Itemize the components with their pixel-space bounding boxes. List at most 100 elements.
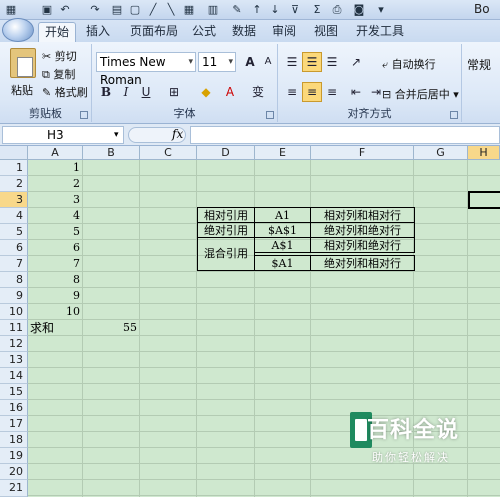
cell-a5[interactable]: 5 xyxy=(28,224,83,240)
name-box[interactable]: H3 xyxy=(2,126,124,144)
row-header-17[interactable]: 17 xyxy=(0,416,28,432)
fill-color-icon[interactable]: ◆ xyxy=(196,82,216,102)
print-icon[interactable]: ⎙ xyxy=(330,3,344,17)
align-left-icon[interactable]: ≡ xyxy=(282,82,302,102)
column-header-a[interactable]: A xyxy=(28,146,83,160)
font-launcher-icon[interactable] xyxy=(266,111,274,119)
tab-review[interactable]: 审阅 xyxy=(266,22,302,42)
backslash-line-icon[interactable]: ╲ xyxy=(164,3,178,17)
row-header-11[interactable]: 11 xyxy=(0,320,28,336)
grid-icon[interactable]: ▦ xyxy=(182,3,196,17)
cell-a8[interactable]: 8 xyxy=(28,272,83,288)
column-header-c[interactable]: C xyxy=(140,146,197,160)
sort-ascending-icon[interactable]: ↑ xyxy=(250,3,264,17)
italic-button[interactable]: I xyxy=(116,82,136,102)
row-header-8[interactable]: 8 xyxy=(0,272,28,288)
row-header-20[interactable]: 20 xyxy=(0,464,28,480)
save-icon[interactable]: ▣ xyxy=(40,3,54,17)
line-icon[interactable]: ╱ xyxy=(146,3,160,17)
row-header-13[interactable]: 13 xyxy=(0,352,28,368)
chart-icon[interactable]: ▥ xyxy=(206,3,220,17)
tab-view[interactable]: 视图 xyxy=(308,22,344,42)
brush-icon[interactable]: ✎ xyxy=(230,3,244,17)
paste-button[interactable]: 粘贴 xyxy=(11,82,33,98)
row-header-6[interactable]: 6 xyxy=(0,240,28,256)
cut-button[interactable]: ✂ 剪切 xyxy=(42,48,77,64)
cell-f4[interactable]: 相对列和相对行 xyxy=(310,207,415,223)
row-header-1[interactable]: 1 xyxy=(0,160,28,176)
row-header-7[interactable]: 7 xyxy=(0,256,28,272)
cell-a9[interactable]: 9 xyxy=(28,288,83,304)
font-size-select[interactable]: 11 ▾ xyxy=(198,52,236,72)
align-top-icon[interactable]: ☰ xyxy=(282,52,302,72)
sum-icon[interactable]: Σ xyxy=(310,3,324,17)
tab-insert[interactable]: 插入 xyxy=(80,22,116,42)
select-all-corner[interactable] xyxy=(0,146,28,160)
cell-a2[interactable]: 2 xyxy=(28,176,83,192)
paste-icon[interactable] xyxy=(10,48,36,78)
merge-center-button[interactable]: ⊟ 合并后居中 ▾ xyxy=(382,86,459,102)
phonetic-button[interactable]: 变 xyxy=(248,82,268,102)
tab-data[interactable]: 数据 xyxy=(226,22,262,42)
cell-e4[interactable]: A1 xyxy=(254,207,311,223)
tab-developer[interactable]: 开发工具 xyxy=(350,22,410,42)
table-icon[interactable]: ▤ xyxy=(110,3,124,17)
camera-icon[interactable]: ◙ xyxy=(352,3,366,17)
column-header-h[interactable]: H xyxy=(468,146,500,160)
bold-button[interactable]: B xyxy=(96,82,116,102)
cell-d6-merged[interactable]: 混合引用 xyxy=(197,237,255,271)
wrap-text-button[interactable]: ⤶ 自动换行 xyxy=(382,56,436,72)
insert-function-icon[interactable]: fx xyxy=(172,127,183,141)
alignment-launcher-icon[interactable] xyxy=(450,111,458,119)
row-header-9[interactable]: 9 xyxy=(0,288,28,304)
row-header-14[interactable]: 14 xyxy=(0,368,28,384)
row-header-5[interactable]: 5 xyxy=(0,224,28,240)
row-header-4[interactable]: 4 xyxy=(0,208,28,224)
clipboard-launcher-icon[interactable] xyxy=(80,111,88,119)
column-header-b[interactable]: B xyxy=(83,146,140,160)
cell-d5[interactable]: 绝对引用 xyxy=(197,222,255,238)
cell-a4[interactable]: 4 xyxy=(28,208,83,224)
redo-icon[interactable]: ↷ xyxy=(88,3,102,17)
cell-a10[interactable]: 10 xyxy=(28,304,83,320)
undo-icon[interactable]: ↶ xyxy=(58,3,72,17)
align-middle-icon[interactable]: ☰ xyxy=(302,52,322,72)
grow-font-button[interactable]: A xyxy=(240,52,260,72)
cell-a3[interactable]: 3 xyxy=(28,192,83,208)
cell-b11[interactable]: 55 xyxy=(83,320,140,336)
cell-a6[interactable]: 6 xyxy=(28,240,83,256)
cell-e5[interactable]: $A$1 xyxy=(254,222,311,238)
cell-f7[interactable]: 绝对列和相对行 xyxy=(310,255,415,271)
number-format-select[interactable]: 常规 xyxy=(467,56,491,73)
underline-button[interactable]: U xyxy=(136,82,156,102)
cell-e7[interactable]: $A1 xyxy=(254,255,311,271)
font-name-select[interactable]: Times New Roman ▾ xyxy=(96,52,196,87)
cell-a1[interactable]: 1 xyxy=(28,160,83,176)
decrease-indent-icon[interactable]: ⇤ xyxy=(346,82,366,102)
row-header-10[interactable]: 10 xyxy=(0,304,28,320)
cell-d4[interactable]: 相对引用 xyxy=(197,207,255,223)
row-header-3[interactable]: 3 xyxy=(0,192,28,208)
cell-f5[interactable]: 绝对列和绝对行 xyxy=(310,222,415,238)
tab-formulas[interactable]: 公式 xyxy=(186,22,222,42)
align-center-icon[interactable]: ≡ xyxy=(302,82,322,102)
row-header-16[interactable]: 16 xyxy=(0,400,28,416)
row-header-2[interactable]: 2 xyxy=(0,176,28,192)
tab-home[interactable]: 开始 xyxy=(38,22,76,42)
row-header-18[interactable]: 18 xyxy=(0,432,28,448)
tab-page-layout[interactable]: 页面布局 xyxy=(124,22,184,42)
sort-descending-icon[interactable]: ↓ xyxy=(268,3,282,17)
align-right-icon[interactable]: ≡ xyxy=(322,82,342,102)
shrink-font-button[interactable]: A xyxy=(258,52,278,72)
column-header-f[interactable]: F xyxy=(311,146,414,160)
cell-a11[interactable]: 求和 xyxy=(30,320,83,336)
row-header-15[interactable]: 15 xyxy=(0,384,28,400)
filter-icon[interactable]: ⊽ xyxy=(288,3,302,17)
chevron-down-icon[interactable]: ▾ xyxy=(114,126,119,144)
font-color-button[interactable]: A xyxy=(220,82,240,102)
row-header-19[interactable]: 19 xyxy=(0,448,28,464)
column-header-d[interactable]: D xyxy=(197,146,255,160)
active-cell-h3[interactable] xyxy=(468,191,500,209)
border-icon[interactable]: ▢ xyxy=(128,3,142,17)
format-painter-button[interactable]: ✎ 格式刷 xyxy=(42,84,88,100)
